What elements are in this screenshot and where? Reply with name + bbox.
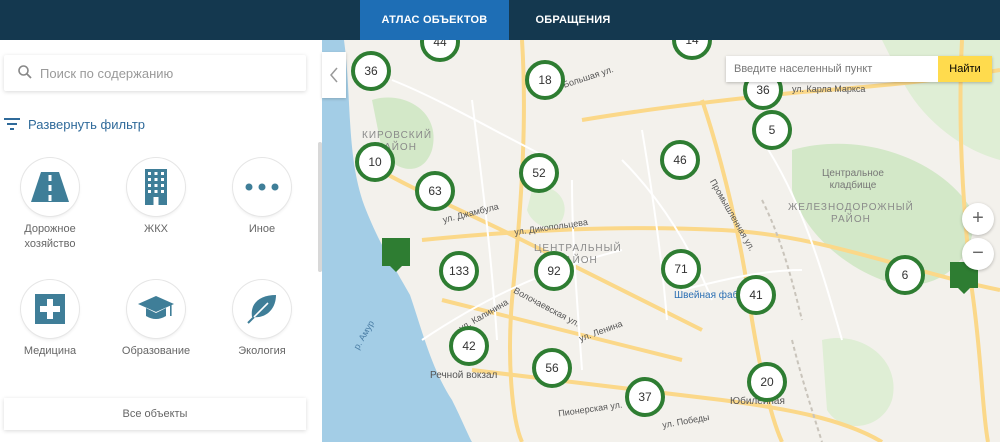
category-roads[interactable]: Дорожное хозяйство bbox=[0, 158, 100, 252]
building-icon bbox=[145, 169, 167, 205]
category-roads-label: Дорожное хозяйство bbox=[24, 223, 76, 250]
category-other-label: Иное bbox=[248, 223, 276, 235]
medical-cross-icon bbox=[35, 294, 65, 324]
cluster-marker[interactable]: 63 bbox=[415, 171, 455, 211]
cluster-marker[interactable]: 20 bbox=[747, 362, 787, 402]
zoom-out-button[interactable]: − bbox=[962, 238, 994, 270]
cluster-marker[interactable]: 36 bbox=[351, 51, 391, 91]
district-label: ЖЕЛЕЗНОДОРОЖНЫЙ РАЙОН bbox=[788, 202, 914, 225]
chevron-left-icon bbox=[330, 67, 338, 83]
category-housing-circle bbox=[127, 158, 185, 216]
cluster-marker[interactable]: 6 bbox=[885, 255, 925, 295]
category-medicine-circle bbox=[21, 280, 79, 338]
leaf-icon bbox=[247, 295, 276, 324]
cluster-marker[interactable]: 46 bbox=[660, 140, 700, 180]
category-education-label: Образование bbox=[121, 345, 191, 357]
cemetery-label: Центральное кладбище bbox=[822, 168, 884, 191]
tab-appeals[interactable]: ОБРАЩЕНИЯ bbox=[509, 0, 637, 40]
cluster-marker[interactable]: 37 bbox=[625, 377, 665, 417]
cluster-marker[interactable]: 10 bbox=[355, 142, 395, 182]
filter-label: Развернуть фильтр bbox=[28, 116, 146, 132]
category-other-circle bbox=[233, 158, 291, 216]
category-education-circle bbox=[127, 280, 185, 338]
category-roads-circle bbox=[21, 158, 79, 216]
cluster-marker[interactable]: 92 bbox=[534, 251, 574, 291]
city-search-box: Найти bbox=[726, 56, 992, 82]
category-medicine-label: Медицина bbox=[23, 345, 77, 357]
road-icon bbox=[31, 172, 69, 202]
search-box bbox=[4, 55, 306, 91]
cluster-marker[interactable]: 41 bbox=[736, 275, 776, 315]
category-ecology-circle bbox=[233, 280, 291, 338]
cluster-marker[interactable]: 56 bbox=[532, 348, 572, 388]
search-input[interactable] bbox=[40, 55, 300, 91]
category-ecology[interactable]: Экология bbox=[212, 280, 312, 359]
sidebar: Развернуть фильтр Дорожное хозяйство bbox=[0, 40, 322, 442]
tab-objects-atlas[interactable]: АТЛАС ОБЪЕКТОВ bbox=[360, 0, 509, 40]
category-grid: Дорожное хозяйство ЖКХ Иное Медицина Обр… bbox=[0, 142, 318, 390]
graduation-cap-icon bbox=[138, 296, 174, 319]
collapse-sidebar-button[interactable] bbox=[322, 52, 346, 98]
search-icon bbox=[18, 65, 32, 79]
category-education[interactable]: Образование bbox=[106, 280, 206, 359]
zoom-in-button[interactable]: + bbox=[962, 203, 994, 235]
cluster-marker[interactable]: 5 bbox=[752, 110, 792, 150]
map-background bbox=[322, 40, 1000, 442]
cluster-marker[interactable]: 42 bbox=[449, 326, 489, 366]
cluster-marker[interactable]: 133 bbox=[439, 251, 479, 291]
all-objects-button[interactable]: Все объекты bbox=[4, 398, 306, 430]
dots-icon bbox=[245, 183, 279, 191]
city-search-input[interactable] bbox=[726, 56, 938, 82]
category-other[interactable]: Иное bbox=[212, 158, 312, 237]
cluster-marker[interactable]: 52 bbox=[519, 153, 559, 193]
category-ecology-label: Экология bbox=[238, 345, 286, 357]
city-search-button[interactable]: Найти bbox=[938, 56, 992, 82]
category-medicine[interactable]: Медицина bbox=[0, 280, 100, 359]
top-navigation-bar: АТЛАС ОБЪЕКТОВ ОБРАЩЕНИЯ bbox=[0, 0, 1000, 40]
category-housing-label: ЖКХ bbox=[144, 223, 168, 235]
expand-filter-button[interactable]: Развернуть фильтр bbox=[4, 110, 145, 138]
place-label: Речной вокзал bbox=[430, 370, 498, 381]
filter-icon bbox=[4, 118, 20, 130]
cluster-marker[interactable]: 71 bbox=[661, 249, 701, 289]
cluster-marker[interactable]: 18 bbox=[525, 60, 565, 100]
map-canvas[interactable]: КИРОВСКИЙ РАЙОН ЦЕНТРАЛЬНЫЙ РАЙОН ЖЕЛЕЗН… bbox=[322, 40, 1000, 442]
category-housing[interactable]: ЖКХ bbox=[106, 158, 206, 237]
street-label: ул. Карла Маркса bbox=[792, 84, 866, 94]
